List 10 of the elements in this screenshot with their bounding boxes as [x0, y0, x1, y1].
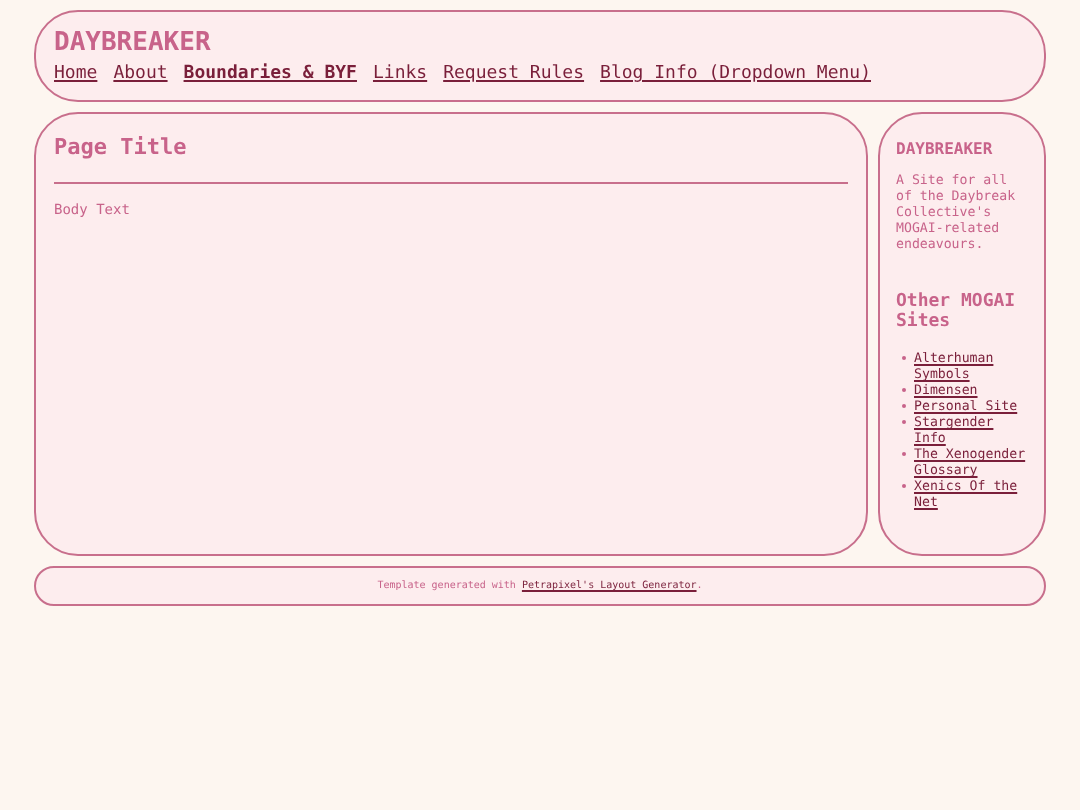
nav-link[interactable]: Links	[372, 64, 428, 84]
nav-link[interactable]: Home	[54, 64, 98, 84]
page-title: Page Title	[54, 134, 189, 160]
nav-link[interactable]: Boundaries & BYF	[183, 64, 357, 84]
nav-link[interactable]: Blog Info (Dropdown Menu)	[600, 64, 871, 84]
site-title: DAYBREAKER	[54, 28, 213, 58]
nav-link[interactable]: Request Rules	[443, 64, 585, 84]
sidebar-title: DAYBREAKER	[896, 140, 995, 158]
nav-link[interactable]: About	[113, 64, 168, 84]
links-heading: Other MOGAI Sites	[896, 292, 1018, 332]
